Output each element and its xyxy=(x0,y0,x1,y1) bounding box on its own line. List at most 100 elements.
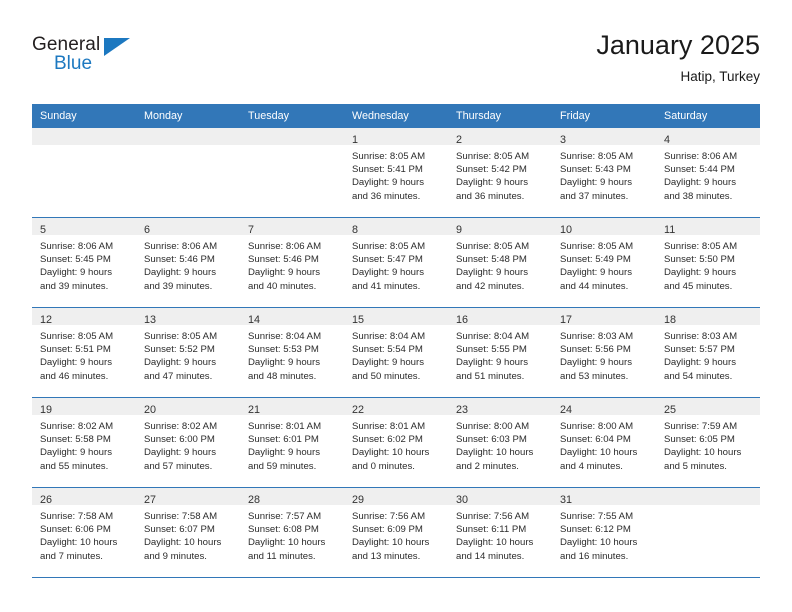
day-cell[interactable]: 17 Sunrise: 8:03 AM Sunset: 5:56 PM Dayl… xyxy=(552,307,656,398)
day-cell[interactable]: 15 Sunrise: 8:04 AM Sunset: 5:54 PM Dayl… xyxy=(344,307,448,398)
day-cell[interactable]: 18 Sunrise: 8:03 AM Sunset: 5:57 PM Dayl… xyxy=(656,307,760,398)
daylight-text-line2: and 0 minutes. xyxy=(352,460,415,472)
sunset-text: Sunset: 6:09 PM xyxy=(352,524,423,536)
sunrise-text: Sunrise: 8:02 AM xyxy=(144,421,218,432)
daylight-text-line1: Daylight: 10 hours xyxy=(144,537,222,549)
sunrise-text: Sunrise: 8:06 AM xyxy=(248,241,322,252)
day-cell[interactable]: 16 Sunrise: 8:04 AM Sunset: 5:55 PM Dayl… xyxy=(448,307,552,398)
daylight-text-line2: and 13 minutes. xyxy=(352,550,421,562)
sunset-text: Sunset: 5:46 PM xyxy=(248,254,319,266)
date-strip xyxy=(240,128,344,145)
day-info: Sunrise: 8:05 AM Sunset: 5:42 PM Dayligh… xyxy=(448,145,552,203)
date-strip xyxy=(656,488,760,505)
day-cell[interactable]: 3 Sunrise: 8:05 AM Sunset: 5:43 PM Dayli… xyxy=(552,128,656,218)
day-number: 28 xyxy=(248,494,261,506)
day-cell[interactable]: 6 Sunrise: 8:06 AM Sunset: 5:46 PM Dayli… xyxy=(136,217,240,308)
daylight-text-line1: Daylight: 9 hours xyxy=(352,177,424,189)
date-strip: 7 xyxy=(240,218,344,236)
day-cell[interactable] xyxy=(240,128,344,218)
day-cell[interactable]: 31 Sunrise: 7:55 AM Sunset: 6:12 PM Dayl… xyxy=(552,487,656,578)
day-number: 26 xyxy=(40,494,53,506)
date-strip: 10 xyxy=(552,218,656,236)
sunset-text: Sunset: 6:05 PM xyxy=(664,434,735,446)
sunrise-text: Sunrise: 8:06 AM xyxy=(144,241,218,252)
day-cell[interactable]: 22 Sunrise: 8:01 AM Sunset: 6:02 PM Dayl… xyxy=(344,397,448,488)
day-number: 7 xyxy=(248,224,255,236)
day-cell[interactable] xyxy=(136,128,240,218)
day-cell[interactable]: 27 Sunrise: 7:58 AM Sunset: 6:07 PM Dayl… xyxy=(136,487,240,578)
daylight-text-line1: Daylight: 9 hours xyxy=(40,267,112,279)
daylight-text-line2: and 53 minutes. xyxy=(560,370,629,382)
date-strip: 27 xyxy=(136,488,240,506)
date-strip: 30 xyxy=(448,488,552,506)
sunrise-text: Sunrise: 8:05 AM xyxy=(456,241,530,252)
daylight-text-line1: Daylight: 9 hours xyxy=(144,357,216,369)
sunset-text: Sunset: 5:41 PM xyxy=(352,164,423,176)
brand-logo[interactable]: General Blue xyxy=(32,34,152,84)
day-cell[interactable]: 21 Sunrise: 8:01 AM Sunset: 6:01 PM Dayl… xyxy=(240,397,344,488)
weekday-header-sunday: Sunday xyxy=(32,104,136,128)
title-block: January 2025 Hatip, Turkey xyxy=(596,28,760,87)
daylight-text-line2: and 42 minutes. xyxy=(456,280,525,292)
date-strip: 21 xyxy=(240,398,344,416)
sunset-text: Sunset: 5:54 PM xyxy=(352,344,423,356)
day-cell[interactable]: 30 Sunrise: 7:56 AM Sunset: 6:11 PM Dayl… xyxy=(448,487,552,578)
day-info: Sunrise: 8:00 AM Sunset: 6:03 PM Dayligh… xyxy=(448,415,552,473)
day-cell[interactable]: 2 Sunrise: 8:05 AM Sunset: 5:42 PM Dayli… xyxy=(448,128,552,218)
day-info: Sunrise: 8:01 AM Sunset: 6:02 PM Dayligh… xyxy=(344,415,448,473)
day-cell[interactable]: 23 Sunrise: 8:00 AM Sunset: 6:03 PM Dayl… xyxy=(448,397,552,488)
sunrise-text: Sunrise: 8:00 AM xyxy=(560,421,634,432)
day-cell[interactable]: 26 Sunrise: 7:58 AM Sunset: 6:06 PM Dayl… xyxy=(32,487,136,578)
daylight-text-line1: Daylight: 9 hours xyxy=(560,357,632,369)
sunrise-text: Sunrise: 8:05 AM xyxy=(40,331,114,342)
day-info: Sunrise: 8:03 AM Sunset: 5:56 PM Dayligh… xyxy=(552,325,656,383)
day-cell[interactable] xyxy=(32,128,136,218)
sunrise-text: Sunrise: 8:03 AM xyxy=(560,331,634,342)
daylight-text-line1: Daylight: 10 hours xyxy=(456,537,534,549)
sunset-text: Sunset: 5:58 PM xyxy=(40,434,111,446)
day-cell[interactable]: 11 Sunrise: 8:05 AM Sunset: 5:50 PM Dayl… xyxy=(656,217,760,308)
date-strip: 19 xyxy=(32,398,136,416)
daylight-text-line1: Daylight: 10 hours xyxy=(560,447,638,459)
daylight-text-line2: and 36 minutes. xyxy=(456,190,525,202)
day-number: 2 xyxy=(456,134,463,146)
day-info: Sunrise: 8:03 AM Sunset: 5:57 PM Dayligh… xyxy=(656,325,760,383)
day-info: Sunrise: 7:56 AM Sunset: 6:11 PM Dayligh… xyxy=(448,505,552,563)
weekday-header-row: Sunday Monday Tuesday Wednesday Thursday… xyxy=(32,104,760,128)
weekday-header-friday: Friday xyxy=(552,104,656,128)
daylight-text-line1: Daylight: 9 hours xyxy=(664,357,736,369)
sunset-text: Sunset: 5:43 PM xyxy=(560,164,631,176)
day-number: 30 xyxy=(456,494,469,506)
day-info: Sunrise: 7:56 AM Sunset: 6:09 PM Dayligh… xyxy=(344,505,448,563)
day-cell[interactable]: 29 Sunrise: 7:56 AM Sunset: 6:09 PM Dayl… xyxy=(344,487,448,578)
day-cell[interactable]: 28 Sunrise: 7:57 AM Sunset: 6:08 PM Dayl… xyxy=(240,487,344,578)
day-cell[interactable]: 19 Sunrise: 8:02 AM Sunset: 5:58 PM Dayl… xyxy=(32,397,136,488)
date-strip: 23 xyxy=(448,398,552,416)
day-cell[interactable] xyxy=(656,487,760,578)
day-info xyxy=(240,145,344,150)
date-strip: 6 xyxy=(136,218,240,236)
day-cell[interactable]: 8 Sunrise: 8:05 AM Sunset: 5:47 PM Dayli… xyxy=(344,217,448,308)
day-cell[interactable]: 5 Sunrise: 8:06 AM Sunset: 5:45 PM Dayli… xyxy=(32,217,136,308)
day-cell[interactable]: 14 Sunrise: 8:04 AM Sunset: 5:53 PM Dayl… xyxy=(240,307,344,398)
daylight-text-line1: Daylight: 10 hours xyxy=(352,447,430,459)
sunset-text: Sunset: 6:00 PM xyxy=(144,434,215,446)
sunrise-text: Sunrise: 8:06 AM xyxy=(664,151,738,162)
sunset-text: Sunset: 5:47 PM xyxy=(352,254,423,266)
week-row: 12 Sunrise: 8:05 AM Sunset: 5:51 PM Dayl… xyxy=(32,307,760,398)
day-cell[interactable]: 25 Sunrise: 7:59 AM Sunset: 6:05 PM Dayl… xyxy=(656,397,760,488)
day-cell[interactable]: 1 Sunrise: 8:05 AM Sunset: 5:41 PM Dayli… xyxy=(344,128,448,218)
triangle-logo-icon xyxy=(104,38,130,56)
sunrise-text: Sunrise: 8:05 AM xyxy=(560,151,634,162)
day-cell[interactable]: 13 Sunrise: 8:05 AM Sunset: 5:52 PM Dayl… xyxy=(136,307,240,398)
day-cell[interactable]: 4 Sunrise: 8:06 AM Sunset: 5:44 PM Dayli… xyxy=(656,128,760,218)
day-cell[interactable]: 7 Sunrise: 8:06 AM Sunset: 5:46 PM Dayli… xyxy=(240,217,344,308)
sunset-text: Sunset: 5:56 PM xyxy=(560,344,631,356)
day-cell[interactable]: 24 Sunrise: 8:00 AM Sunset: 6:04 PM Dayl… xyxy=(552,397,656,488)
day-cell[interactable]: 12 Sunrise: 8:05 AM Sunset: 5:51 PM Dayl… xyxy=(32,307,136,398)
day-cell[interactable]: 9 Sunrise: 8:05 AM Sunset: 5:48 PM Dayli… xyxy=(448,217,552,308)
daylight-text-line2: and 5 minutes. xyxy=(664,460,727,472)
day-cell[interactable]: 20 Sunrise: 8:02 AM Sunset: 6:00 PM Dayl… xyxy=(136,397,240,488)
sunrise-text: Sunrise: 8:05 AM xyxy=(560,241,634,252)
day-cell[interactable]: 10 Sunrise: 8:05 AM Sunset: 5:49 PM Dayl… xyxy=(552,217,656,308)
